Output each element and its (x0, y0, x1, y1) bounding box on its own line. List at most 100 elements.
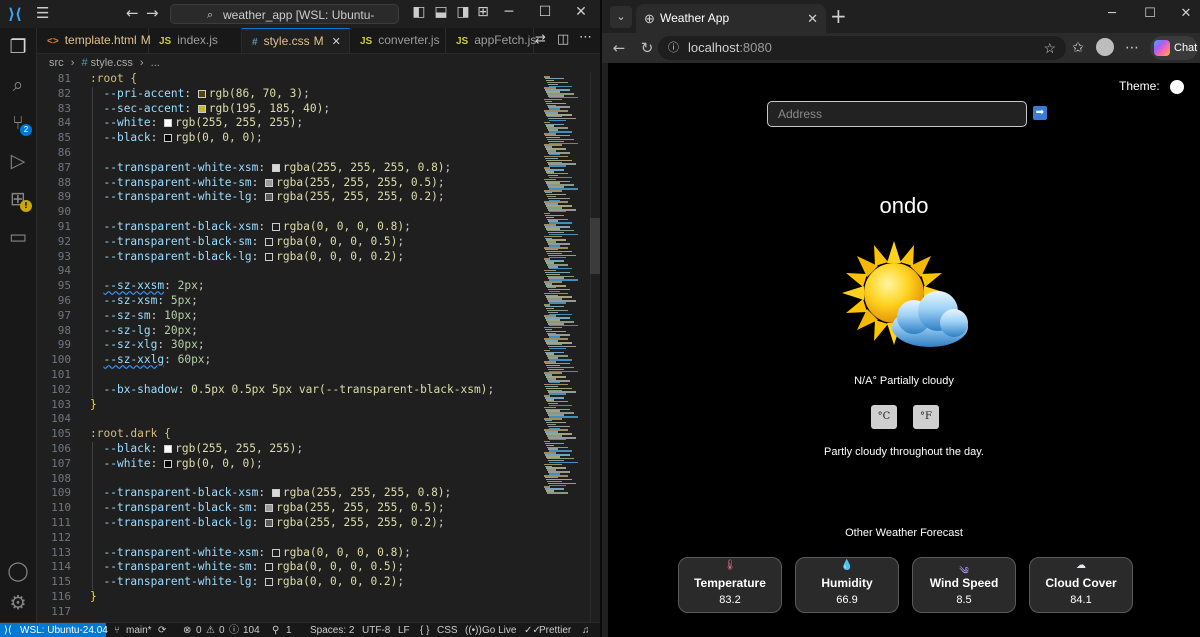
encoding[interactable]: UTF-8 (362, 623, 390, 637)
minimap-line (549, 302, 566, 304)
compare-changes-icon[interactable]: ⇄ (535, 32, 546, 47)
close-tab-icon[interactable]: ✕ (807, 4, 818, 33)
search-icon[interactable]: ⌕ (0, 66, 36, 104)
tab-style-css[interactable]: # style.css M ✕ (242, 28, 350, 53)
info-count[interactable]: 104 (243, 623, 260, 637)
prettier-button[interactable]: Prettier (539, 623, 571, 637)
ports-count[interactable]: 1 (286, 623, 292, 637)
celsius-button[interactable]: °C (871, 405, 897, 429)
tab-template-html[interactable]: <> template.html M (37, 28, 151, 53)
customize-layout-icon[interactable]: ⊞ (474, 4, 492, 20)
color-swatch-icon[interactable] (164, 119, 173, 128)
refresh-icon[interactable]: ↻ (636, 38, 658, 58)
color-swatch-icon[interactable] (164, 459, 173, 468)
tab-appfetch-js[interactable]: JS appFetch.js (446, 28, 536, 53)
more-menu-icon[interactable]: ⋯ (1122, 38, 1142, 58)
source-control-icon[interactable]: ⑂ 2 (0, 104, 36, 142)
weather-description: Partly cloudy throughout the day. (823, 446, 984, 458)
address-input[interactable] (767, 101, 1027, 127)
back-arrow-icon[interactable]: ← (126, 4, 139, 22)
back-arrow-icon[interactable]: ← (608, 38, 630, 58)
warning-count[interactable]: 0 (219, 623, 225, 637)
code-line: --transparent-black-sm: rgba(255, 255, 2… (103, 501, 445, 515)
close-icon[interactable]: ✕ (1174, 6, 1198, 21)
menu-icon[interactable]: ☰ (36, 4, 49, 22)
toggle-secondary-sidebar-icon[interactable]: ◨ (454, 4, 472, 20)
color-swatch-icon[interactable] (164, 445, 173, 453)
sync-icon[interactable]: ⟳ (158, 623, 166, 637)
remote-explorer-icon[interactable]: ▭ (0, 218, 36, 256)
minimize-icon[interactable]: ─ (500, 4, 518, 20)
editor-scrollbar[interactable] (590, 72, 600, 622)
js-file-icon: JS (456, 36, 469, 47)
color-swatch-icon[interactable] (271, 489, 280, 498)
language-mode[interactable]: CSS (437, 623, 458, 637)
color-swatch-icon[interactable] (197, 89, 206, 98)
remote-indicator[interactable]: ⟩⟨ WSL: Ubuntu-24.04 (0, 623, 108, 637)
minimap-line (549, 393, 566, 395)
indentation[interactable]: Spaces: 2 (310, 623, 354, 637)
search-submit-arrow-icon[interactable]: ➡ (1033, 106, 1047, 120)
color-swatch-icon[interactable] (265, 178, 274, 187)
favorites-icon[interactable]: ✩ (1068, 38, 1088, 58)
favorite-star-icon[interactable]: ☆ (1043, 36, 1056, 60)
color-swatch-icon[interactable] (265, 519, 274, 527)
line-ending[interactable]: LF (398, 623, 410, 637)
command-center[interactable]: ⌕ weather_app [WSL: Ubuntu-24.04] (170, 4, 399, 42)
run-debug-icon[interactable]: ▷ (0, 142, 36, 180)
close-icon[interactable]: ✕ (572, 4, 590, 20)
error-count[interactable]: 0 (196, 623, 202, 637)
color-swatch-icon[interactable] (265, 563, 274, 572)
maximize-icon[interactable]: ☐ (1138, 6, 1162, 21)
maximize-icon[interactable]: ☐ (536, 4, 554, 20)
minimize-icon[interactable]: ─ (1100, 6, 1124, 21)
fahrenheit-button[interactable]: °F (913, 405, 939, 429)
branch-name[interactable]: main* (126, 623, 152, 637)
color-swatch-icon[interactable] (197, 104, 206, 113)
more-actions-icon[interactable]: ⋯ (579, 30, 592, 45)
code-line: --sz-xlg: 30px; (103, 338, 205, 352)
card-value: 66.9 (836, 594, 858, 606)
color-swatch-icon[interactable] (265, 252, 274, 261)
split-editor-icon[interactable]: ◫ (557, 32, 569, 47)
settings-gear-icon[interactable]: ⚙ (0, 584, 36, 622)
code-editor[interactable]: :root { --pri-accent: rgb(86, 70, 3); --… (90, 72, 540, 622)
browser-tab-weather-app[interactable]: ⊕ Weather App ✕ (636, 4, 826, 33)
breadcrumb-file[interactable]: style.css (91, 57, 133, 69)
site-info-icon[interactable]: ⓘ (668, 36, 679, 60)
tab-index-js[interactable]: JS index.js (149, 28, 242, 53)
color-swatch-icon[interactable] (265, 237, 274, 246)
profile-avatar[interactable] (1096, 38, 1114, 56)
new-tab-plus-icon[interactable]: + (830, 4, 847, 28)
notifications-bell-icon[interactable]: ♫ (582, 623, 590, 637)
minimap[interactable] (540, 72, 590, 622)
code-line: } (90, 397, 97, 411)
copilot-chat-button[interactable]: Chat (1150, 36, 1198, 60)
color-swatch-icon[interactable] (164, 134, 173, 143)
color-swatch-icon[interactable] (265, 193, 274, 202)
tab-actions-chevron-icon[interactable]: ⌄ (610, 6, 632, 28)
code-line: --transparent-black-sm: rgba(0, 0, 0, 0.… (103, 234, 405, 248)
color-swatch-icon[interactable] (271, 223, 280, 231)
forward-arrow-icon[interactable]: → (146, 4, 159, 22)
tab-converter-js[interactable]: JS converter.js (350, 28, 446, 53)
css-file-icon: # (81, 57, 88, 69)
color-swatch-icon[interactable] (265, 578, 274, 587)
color-swatch-icon[interactable] (265, 504, 274, 513)
page-scrollbar[interactable] (1194, 63, 1200, 637)
extensions-icon[interactable]: ⊞ ! (0, 180, 36, 218)
url-field[interactable]: ⓘ localhost:8080 ☆ (658, 36, 1066, 60)
theme-toggle[interactable] (1170, 80, 1184, 94)
city-name: ondo (879, 193, 929, 218)
go-live-button[interactable]: Go Live (482, 623, 516, 637)
line-number: 111 (51, 516, 71, 529)
breadcrumb-folder[interactable]: src (49, 57, 64, 69)
editor-scrollbar-thumb[interactable] (590, 218, 600, 274)
close-tab-icon[interactable]: ✕ (332, 36, 341, 48)
explorer-icon[interactable]: ❐ (0, 28, 36, 66)
toggle-panel-icon[interactable]: ⬓ (432, 4, 450, 20)
breadcrumb-more[interactable]: ... (151, 57, 160, 69)
color-swatch-icon[interactable] (271, 163, 280, 172)
toggle-primary-sidebar-icon[interactable]: ◧ (410, 4, 428, 20)
color-swatch-icon[interactable] (271, 548, 280, 557)
